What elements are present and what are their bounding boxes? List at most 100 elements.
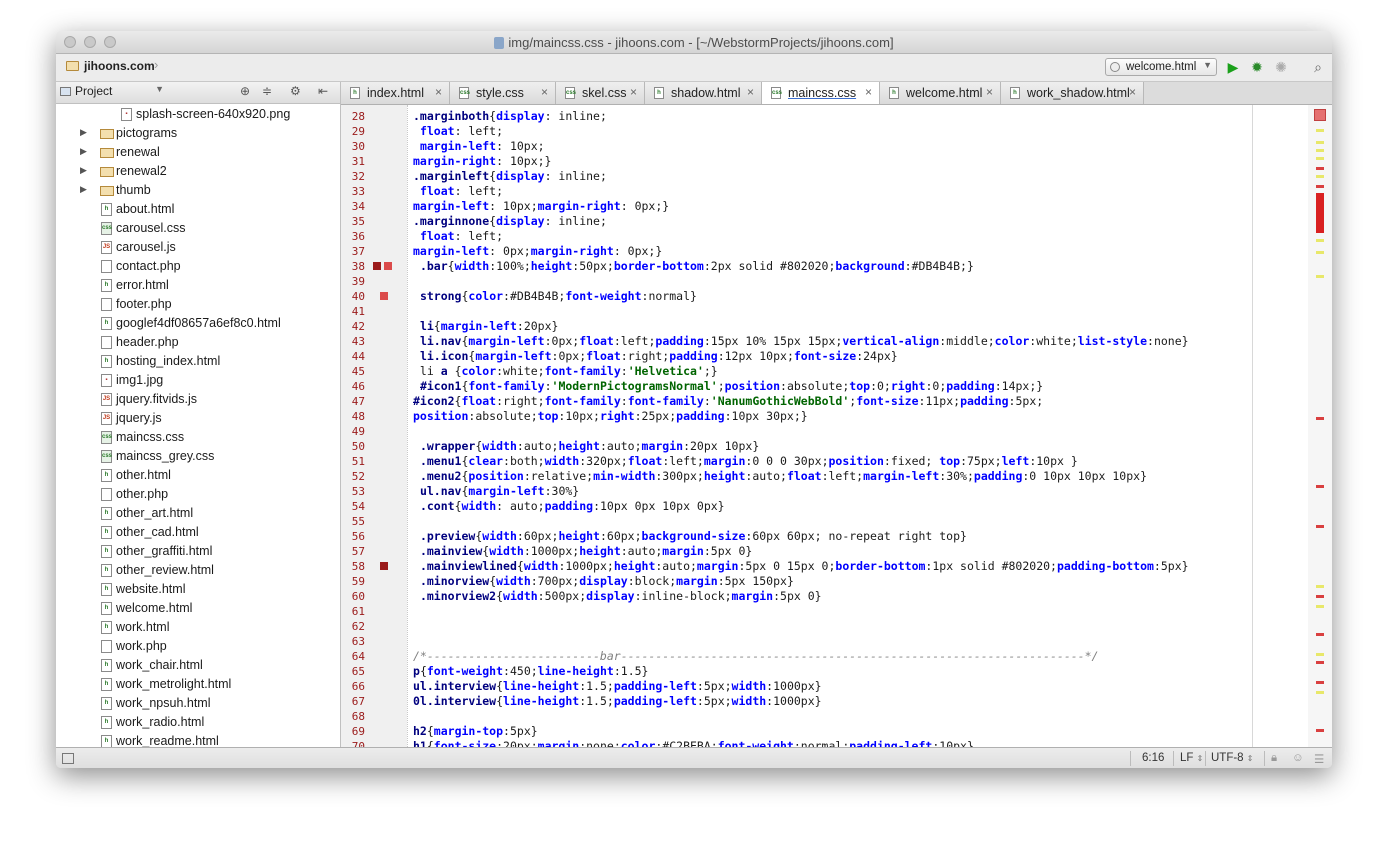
stripe-marker[interactable] (1316, 525, 1324, 528)
gear-icon[interactable]: ⚙ (290, 84, 301, 98)
code-line[interactable]: .marginboth{display: inline; (413, 109, 1189, 124)
code-line[interactable]: h1{font-size:20px;margin:none;color:#C2B… (413, 739, 1189, 747)
tab-welcome-html[interactable]: h welcome.html × (880, 82, 1001, 104)
code-editor[interactable]: 28 29 30 31 32 33 34 35 36 37 38 39 40 41 42 43 44 45 46 47… (341, 105, 1332, 747)
tab-style-css[interactable]: css style.css × (450, 82, 556, 104)
stripe-marker[interactable] (1316, 175, 1324, 178)
stripe-marker[interactable] (1316, 691, 1324, 694)
code-line[interactable]: h2{margin-top:5px} (413, 724, 1189, 739)
coverage-icon[interactable]: ✺ (1273, 59, 1289, 75)
code-line[interactable]: .minorview2{width:500px;display:inline-b… (413, 589, 1189, 604)
code-line[interactable] (413, 634, 1189, 649)
code-line[interactable]: p{font-weight:450;line-height:1.5} (413, 664, 1189, 679)
code-line[interactable]: margin-left: 0px;margin-right: 0px;} (413, 244, 1189, 259)
stripe-marker[interactable] (1316, 157, 1324, 160)
close-tab-icon[interactable]: × (986, 85, 993, 99)
stripe-marker[interactable] (1316, 167, 1324, 170)
code-line[interactable]: .menu1{clear:both;width:320px;float:left… (413, 454, 1189, 469)
stripe-marker[interactable] (1316, 605, 1324, 608)
code-line[interactable]: margin-left: 10px; (413, 139, 1189, 154)
code-line[interactable]: .wrapper{width:auto;height:auto;margin:2… (413, 439, 1189, 454)
code-line[interactable] (413, 514, 1189, 529)
code-line[interactable]: li.icon{margin-left:0px;float:right;padd… (413, 349, 1189, 364)
code-line[interactable] (413, 304, 1189, 319)
lock-icon[interactable]: 🔒︎ (1271, 752, 1277, 765)
code-line[interactable]: .marginleft{display: inline; (413, 169, 1189, 184)
stripe-marker[interactable] (1316, 585, 1324, 588)
code-line[interactable]: #icon1{font-family:'ModernPictogramsNorm… (413, 379, 1189, 394)
stripe-marker[interactable] (1316, 633, 1324, 636)
chevron-right-icon[interactable]: ▶ (80, 146, 87, 157)
code-line[interactable]: .cont{width: auto;padding:10px 0px 10px … (413, 499, 1189, 514)
error-indicator-icon[interactable] (1314, 109, 1326, 121)
event-log-icon[interactable]: ☰ (1314, 752, 1324, 766)
search-icon[interactable]: ⌕ (1310, 59, 1326, 75)
error-stripe[interactable] (1308, 105, 1332, 747)
code-line[interactable]: /*-------------------------bar----------… (413, 649, 1189, 664)
code-line[interactable]: .mainviewlined{width:1000px;height:auto;… (413, 559, 1189, 574)
code-line[interactable] (413, 709, 1189, 724)
code-line[interactable] (413, 424, 1189, 439)
stripe-marker[interactable] (1316, 485, 1324, 488)
run-icon[interactable]: ▶ (1225, 59, 1241, 75)
project-view-select[interactable]: Project ▼ (60, 84, 164, 100)
code-text[interactable]: .marginboth{display: inline; float: left… (413, 109, 1189, 747)
code-line[interactable]: #icon2{float:right;font-family:font-fami… (413, 394, 1189, 409)
stripe-marker[interactable] (1316, 149, 1324, 152)
code-line[interactable]: li{margin-left:20px} (413, 319, 1189, 334)
hide-panel-icon[interactable]: ⇤ (318, 84, 328, 98)
code-line[interactable]: .minorview{width:700px;display:block;mar… (413, 574, 1189, 589)
stripe-marker[interactable] (1316, 661, 1324, 664)
color-swatch-icon[interactable] (373, 262, 381, 270)
stripe-marker[interactable] (1316, 729, 1324, 732)
file-encoding[interactable]: UTF-8 ⇕ (1211, 752, 1254, 764)
collapse-all-icon[interactable]: ≑ (262, 84, 272, 98)
debug-icon[interactable]: ✹ (1249, 59, 1265, 75)
stripe-marker[interactable] (1316, 185, 1324, 188)
code-line[interactable]: ul.nav{margin-left:30%} (413, 484, 1189, 499)
chevron-right-icon[interactable]: ▶ (80, 127, 87, 138)
stripe-marker[interactable] (1316, 653, 1324, 656)
close-tab-icon[interactable]: × (630, 85, 637, 99)
code-line[interactable]: position:absolute;top:10px;right:25px;pa… (413, 409, 1189, 424)
code-line[interactable]: margin-right: 10px;} (413, 154, 1189, 169)
close-tab-icon[interactable]: × (747, 85, 754, 99)
inspector-icon[interactable]: ☺ (1292, 752, 1304, 764)
code-line[interactable]: li a {color:white;font-family:'Helvetica… (413, 364, 1189, 379)
tab-index-html[interactable]: h index.html × (341, 82, 450, 104)
code-line[interactable]: float: left; (413, 124, 1189, 139)
breadcrumb-project[interactable]: jihoons.com (66, 59, 155, 73)
color-swatch-icon[interactable] (384, 262, 392, 270)
code-line[interactable]: .preview{width:60px;height:60px;backgrou… (413, 529, 1189, 544)
stripe-marker[interactable] (1316, 129, 1324, 132)
color-swatch-icon[interactable] (380, 562, 388, 570)
stripe-marker[interactable] (1316, 239, 1324, 242)
tab-work-shadow-html[interactable]: h work_shadow.html × (1001, 82, 1144, 104)
stripe-marker[interactable] (1316, 417, 1324, 420)
close-tab-icon[interactable]: × (865, 85, 872, 99)
code-line[interactable]: .menu2{position:relative;min-width:300px… (413, 469, 1189, 484)
code-line[interactable]: 0l.interview{line-height:1.5;padding-lef… (413, 694, 1189, 709)
stripe-marker[interactable] (1316, 595, 1324, 598)
stripe-marker[interactable] (1316, 681, 1324, 684)
code-line[interactable] (413, 604, 1189, 619)
code-line[interactable] (413, 274, 1189, 289)
code-line[interactable]: .bar{width:100%;height:50px;border-botto… (413, 259, 1189, 274)
code-line[interactable]: .marginnone{display: inline; (413, 214, 1189, 229)
chevron-right-icon[interactable]: ▶ (80, 165, 87, 176)
close-tab-icon[interactable]: × (1129, 85, 1136, 99)
code-line[interactable]: .mainview{width:1000px;height:auto;margi… (413, 544, 1189, 559)
code-line[interactable]: float: left; (413, 184, 1189, 199)
tab-skel-css[interactable]: css skel.css × (556, 82, 645, 104)
color-swatch-icon[interactable] (380, 292, 388, 300)
close-tab-icon[interactable]: × (435, 85, 442, 99)
locate-file-icon[interactable]: ⊕ (240, 84, 250, 98)
caret-position[interactable]: 6:16 (1142, 752, 1164, 764)
chevron-right-icon[interactable]: ▶ (80, 184, 87, 195)
stripe-marker[interactable] (1316, 141, 1324, 144)
run-configuration-select[interactable]: welcome.html ▼ (1105, 58, 1217, 76)
stripe-marker[interactable] (1316, 275, 1324, 278)
stripe-marker[interactable] (1316, 193, 1324, 233)
tab-shadow-html[interactable]: h shadow.html × (645, 82, 762, 104)
stripe-marker[interactable] (1316, 251, 1324, 254)
